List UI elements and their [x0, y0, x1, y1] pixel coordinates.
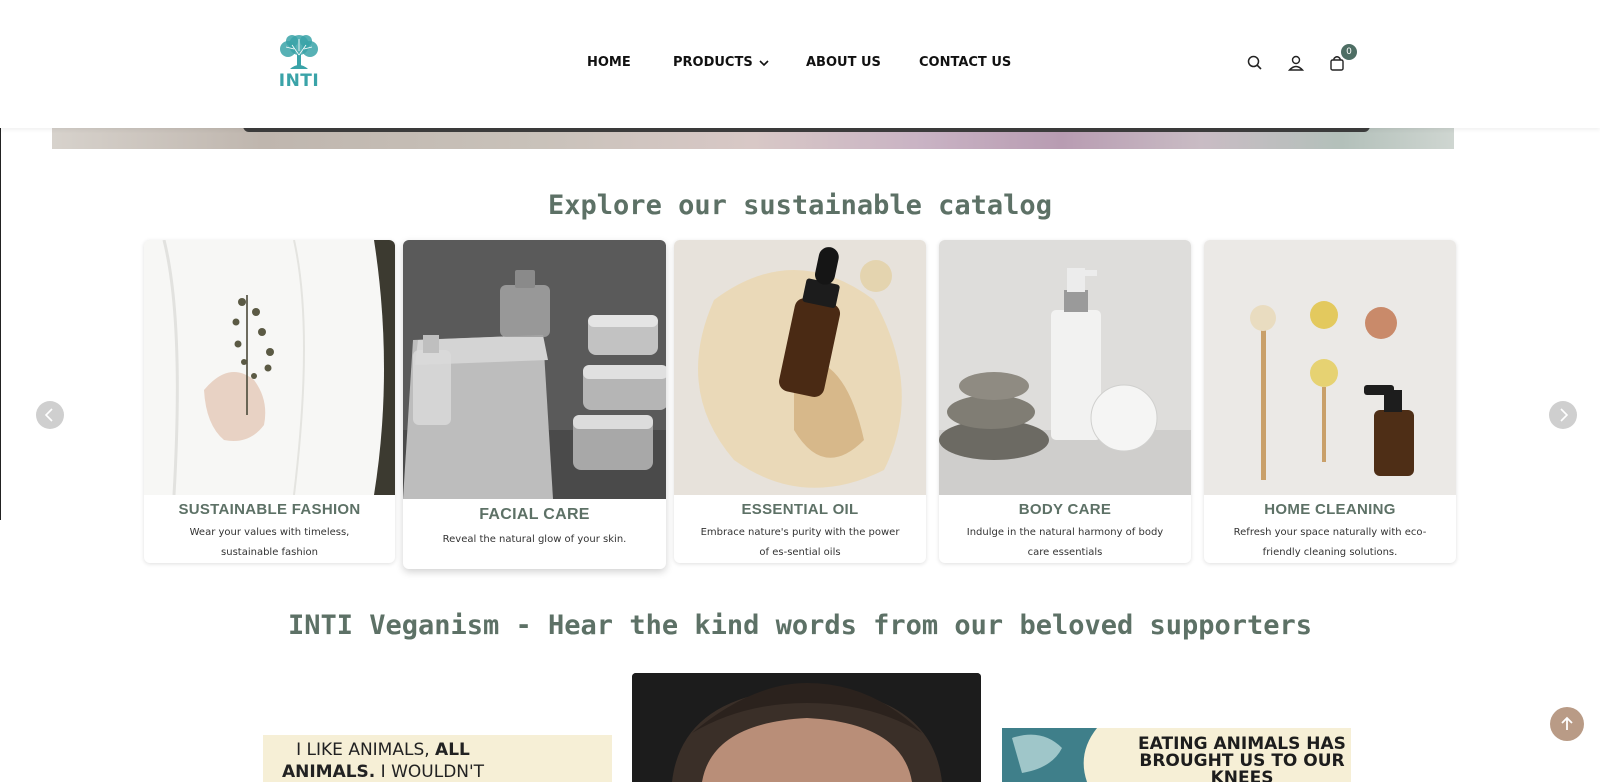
catalog-card-image: [144, 240, 395, 495]
catalog-card-title: ESSENTIAL OIL: [741, 501, 859, 518]
catalog-card-facial-care[interactable]: FACIAL CARE Reveal the natural glow of y…: [403, 240, 666, 569]
logo-text: INTI: [278, 71, 320, 91]
catalog-card-image: [403, 240, 666, 499]
catalog-card-image: [674, 240, 926, 495]
catalog-title: Explore our sustainable catalog: [548, 190, 1052, 221]
brand-logo[interactable]: INTI: [272, 33, 326, 91]
catalog-card-image: [939, 240, 1191, 495]
testimonials-title: INTI Veganism - Hear the kind words from…: [287, 610, 1313, 641]
carousel-prev-button[interactable]: [36, 401, 64, 429]
nav-products[interactable]: PRODUCTS: [673, 55, 769, 70]
testimonial-card-center[interactable]: [632, 673, 981, 782]
quote-text-bold: ANIMALS.: [281, 762, 376, 782]
quote-text: I LIKE ANIMALS,: [296, 740, 436, 760]
chevron-left-icon: [44, 408, 53, 422]
arrow-up-icon: [1561, 716, 1573, 730]
nav-home[interactable]: HOME: [587, 55, 631, 70]
quote-text-bold: ALL: [435, 740, 470, 760]
catalog-card-description: Reveal the natural glow of your skin.: [442, 534, 627, 545]
catalog-card-home-cleaning[interactable]: HOME CLEANING Refresh your space natural…: [1204, 240, 1456, 563]
testimonial-quote-right: EATING ANIMALS HAS BROUGHT US TO OUR KNE…: [1138, 734, 1346, 782]
tree-logo-icon: [280, 35, 318, 69]
testimonial-quote-left: I LIKE ANIMALS, ALL ANIMALS. I WOULDN'T: [263, 739, 503, 782]
search-button[interactable]: [1246, 54, 1264, 72]
cart-count-badge: 0: [1341, 44, 1357, 60]
catalog-card-description: Refresh your space naturally with eco-fr…: [1233, 527, 1427, 558]
search-icon: [1247, 55, 1262, 70]
back-to-top-button[interactable]: [1550, 707, 1584, 741]
testimonial-card-right[interactable]: EATING ANIMALS HAS BROUGHT US TO OUR KNE…: [1002, 728, 1351, 782]
catalog-card-sustainable-fashion[interactable]: SUSTAINABLE FASHION Wear your values wit…: [144, 240, 395, 563]
home-cleaning-image: [1204, 240, 1456, 495]
catalog-card-essential-oil[interactable]: ESSENTIAL OIL Embrace nature's purity wi…: [674, 240, 926, 563]
facial-care-image: [403, 240, 666, 499]
catalog-card-title: HOME CLEANING: [1264, 501, 1396, 518]
catalog-card-image: [1204, 240, 1456, 495]
account-button[interactable]: [1287, 54, 1305, 72]
nav-products-label: PRODUCTS: [673, 55, 753, 70]
fashion-image: [144, 240, 395, 495]
catalog-card-description: Indulge in the natural harmony of body c…: [966, 527, 1164, 558]
supporter-portrait-image: [632, 673, 981, 782]
user-icon: [1287, 55, 1305, 71]
catalog-card-title: SUSTAINABLE FASHION: [178, 501, 361, 518]
chevron-right-icon: [1560, 408, 1569, 422]
catalog-card-description: Wear your values with timeless, sustaina…: [189, 527, 350, 558]
nav-contact[interactable]: CONTACT US: [919, 55, 1011, 70]
chevron-down-icon: [759, 59, 769, 66]
nav-about[interactable]: ABOUT US: [806, 55, 881, 70]
catalog-card-body-care[interactable]: BODY CARE Indulge in the natural harmony…: [939, 240, 1191, 563]
site-header: INTI HOME PRODUCTS ABOUT US CONTACT US 0: [0, 0, 1600, 128]
essential-oil-image: [674, 240, 926, 495]
catalog-card-title: BODY CARE: [1018, 501, 1112, 518]
quote-text: I WOULDN'T: [375, 762, 485, 782]
catalog-card-description: Embrace nature's purity with the power o…: [700, 527, 900, 558]
testimonial-card-left[interactable]: I LIKE ANIMALS, ALL ANIMALS. I WOULDN'T: [263, 735, 612, 782]
carousel-next-button[interactable]: [1549, 401, 1577, 429]
catalog-card-title: FACIAL CARE: [479, 506, 590, 523]
body-care-image: [939, 240, 1191, 495]
